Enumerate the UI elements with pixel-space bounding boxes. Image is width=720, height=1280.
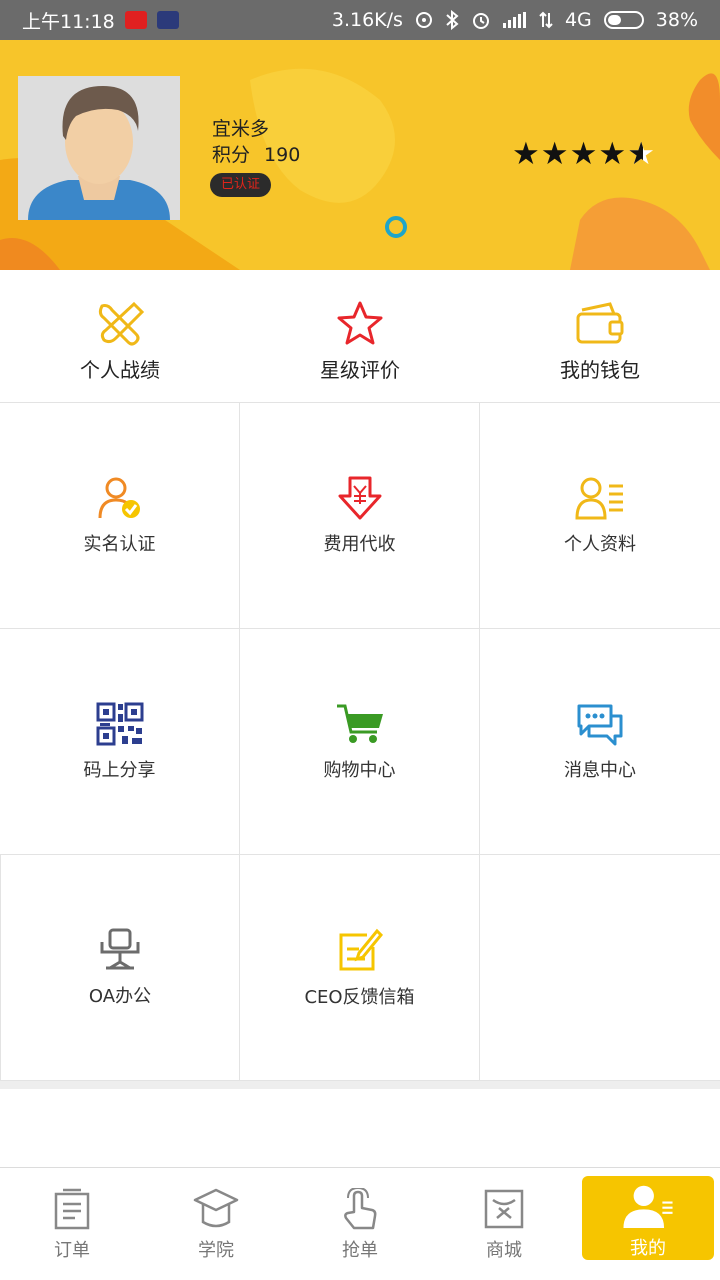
shop-icon xyxy=(484,1189,524,1229)
wallet-icon xyxy=(576,302,624,344)
tab-label: 订单 xyxy=(54,1240,90,1261)
menu-personal-record[interactable]: 个人战绩 xyxy=(0,270,240,402)
tab-orders[interactable]: 订单 xyxy=(0,1168,144,1280)
menu-star-rating[interactable]: 星级评价 xyxy=(240,270,480,402)
grid-item-ceo-feedback[interactable]: CEO反馈信箱 xyxy=(240,855,480,1081)
tab-me[interactable]: 我的 xyxy=(582,1176,714,1260)
tab-label: 我的 xyxy=(630,1238,666,1259)
user-name: 宜米多 xyxy=(212,118,270,140)
network-speed: 3.16K/s xyxy=(331,9,403,31)
bluetooth-icon xyxy=(445,10,459,30)
menu-wallet[interactable]: 我的钱包 xyxy=(480,270,720,402)
order-doc-icon xyxy=(54,1188,90,1230)
star-icon: ★ xyxy=(569,136,599,172)
profile-list-icon xyxy=(575,477,623,519)
carousel-indicator xyxy=(385,216,407,238)
tab-shop[interactable]: 商城 xyxy=(432,1168,576,1280)
cart-icon xyxy=(336,704,383,743)
avatar[interactable] xyxy=(18,76,180,220)
verified-badge: 已认证 xyxy=(210,173,272,197)
star-icon: ★ xyxy=(540,136,570,172)
section-divider xyxy=(0,1081,720,1089)
bottom-tab-bar: 订单 学院 抢单 商城 我的 xyxy=(0,1167,720,1280)
grid-item-message-center[interactable]: 消息中心 xyxy=(480,629,720,855)
grid-label: 购物中心 xyxy=(323,759,396,781)
user-verify-icon xyxy=(98,477,140,518)
data-arrows-icon xyxy=(539,11,553,29)
me-person-icon xyxy=(623,1185,673,1228)
app-notification-icon-2 xyxy=(156,11,179,29)
grid-item-empty xyxy=(480,855,720,1081)
points-value: 190 xyxy=(264,144,301,166)
star-icon: ★ xyxy=(512,136,541,172)
menu-label: 星级评价 xyxy=(320,358,400,382)
office-chair-icon xyxy=(100,928,140,969)
grid-label: 实名认证 xyxy=(83,533,156,555)
grid-item-real-name-auth[interactable]: 实名认证 xyxy=(0,403,240,629)
grid-item-personal-info[interactable]: 个人资料 xyxy=(480,403,720,629)
battery-level: 38% xyxy=(655,9,698,31)
user-points: 积分 190 xyxy=(212,140,300,167)
grid-label: 个人资料 xyxy=(564,533,636,555)
chat-icon xyxy=(577,704,623,745)
points-label: 积分 xyxy=(212,144,251,166)
tab-label: 商城 xyxy=(486,1240,522,1261)
tab-academy[interactable]: 学院 xyxy=(144,1168,288,1280)
half-star-icon: ★ ★ xyxy=(627,136,656,172)
tools-icon xyxy=(98,301,145,346)
star-icon xyxy=(337,301,383,345)
status-bar: 上午11:18 3.16K/s 4G 38% xyxy=(0,0,720,40)
tab-label: 抢单 xyxy=(342,1240,378,1261)
grid-label: 码上分享 xyxy=(83,759,156,781)
profile-header: 宜米多 积分 190 已认证 ★★★★★ ★ xyxy=(0,40,720,270)
grid-label: 消息中心 xyxy=(564,759,636,781)
top-menu: 个人战绩 星级评价 我的钱包 xyxy=(0,270,720,403)
star-icon: ★ xyxy=(598,136,628,172)
feedback-edit-icon xyxy=(339,928,383,970)
yuan-download-icon xyxy=(338,476,381,519)
signal-icon xyxy=(502,12,527,28)
status-time: 上午11:18 xyxy=(22,10,115,33)
battery-icon xyxy=(603,11,644,29)
grid-item-oa-office[interactable]: OA办公 xyxy=(0,855,240,1081)
network-type: 4G xyxy=(564,9,592,31)
grid-label: 费用代收 xyxy=(323,533,396,555)
alarm-icon xyxy=(471,10,491,30)
grid-item-fee-collection[interactable]: 费用代收 xyxy=(240,403,480,629)
qr-code-icon xyxy=(96,702,143,745)
grid-label: OA办公 xyxy=(88,985,152,1007)
grid-label: CEO反馈信箱 xyxy=(304,986,415,1008)
grid-item-shopping-center[interactable]: 购物中心 xyxy=(240,629,480,855)
app-notification-icon xyxy=(124,11,147,29)
tab-label: 学院 xyxy=(198,1240,234,1261)
graduation-cap-icon xyxy=(193,1188,239,1228)
star-rating: ★★★★★ ★ xyxy=(512,136,656,172)
menu-label: 个人战绩 xyxy=(80,358,160,382)
menu-label: 我的钱包 xyxy=(560,358,640,382)
tap-hand-icon xyxy=(344,1188,377,1230)
hotspot-icon xyxy=(415,11,433,29)
function-grid: 实名认证 费用代收 个人资料 码上分享 购物中心 消息中心 OA办公 CEO反馈… xyxy=(0,403,720,1081)
tab-grab-order[interactable]: 抢单 xyxy=(288,1168,432,1280)
grid-item-qr-share[interactable]: 码上分享 xyxy=(0,629,240,855)
